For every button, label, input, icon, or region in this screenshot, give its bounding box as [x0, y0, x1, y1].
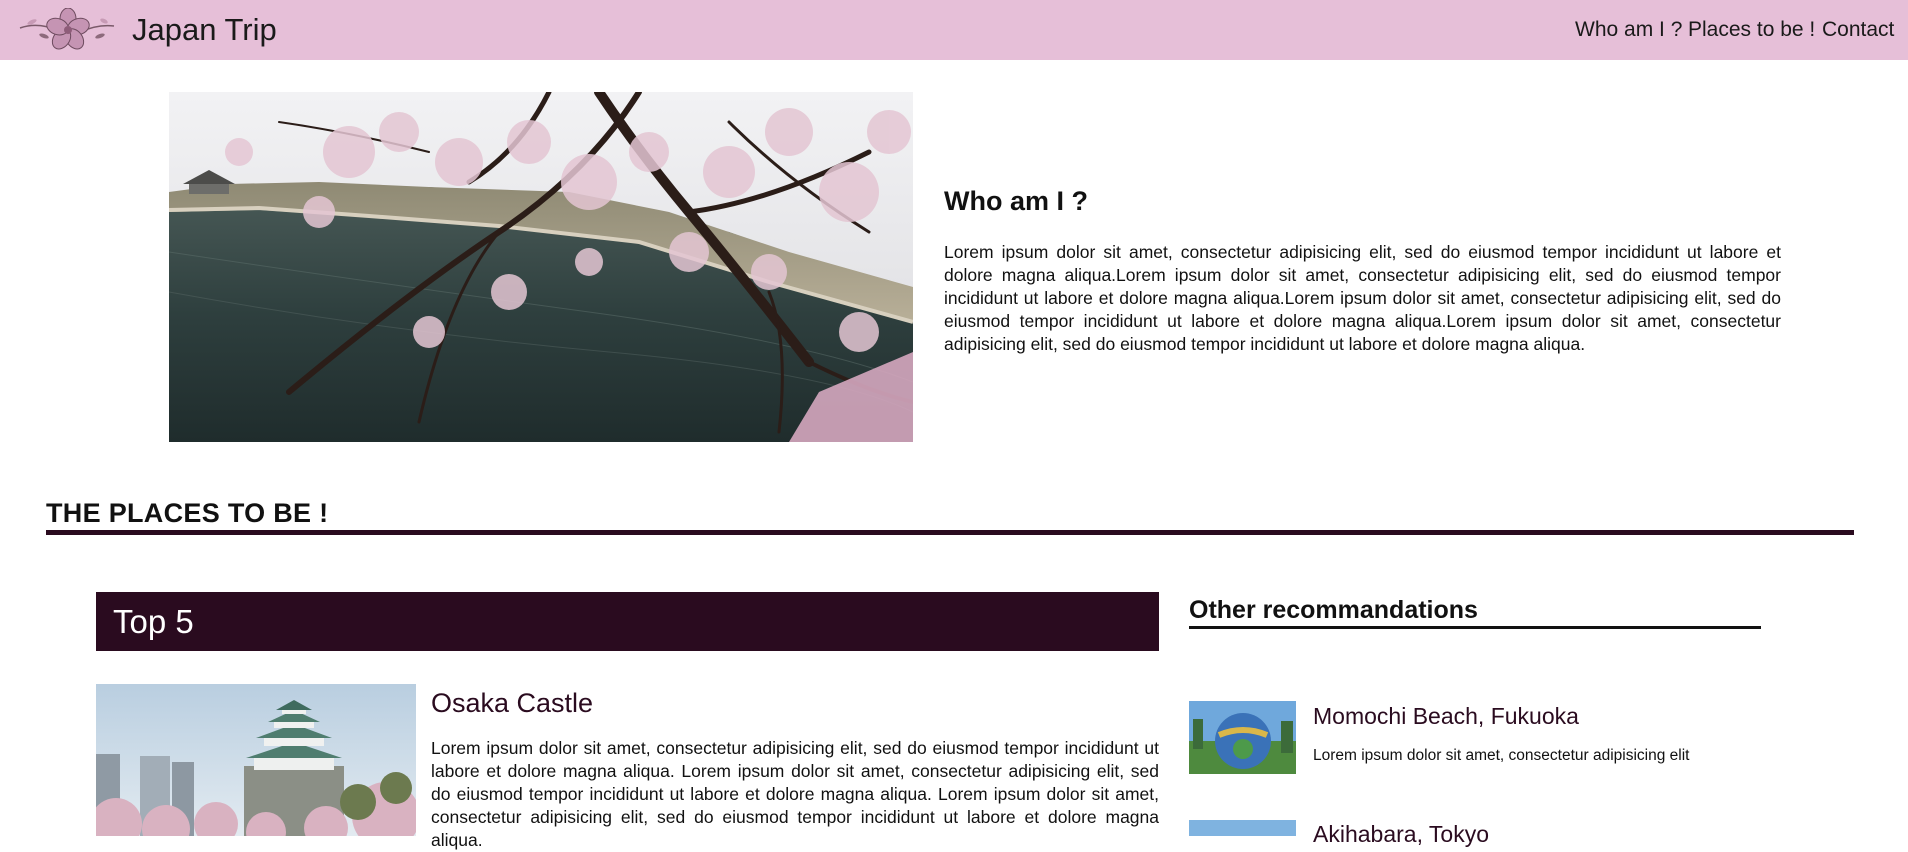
akihabara-title[interactable]: Akihabara, Tokyo — [1313, 820, 1489, 848]
who-am-i-text: Lorem ipsum dolor sit amet, consectetur … — [944, 242, 1781, 354]
cherry-blossom-castle-moat-photo — [169, 92, 913, 442]
momochi-beach-text: Lorem ipsum dolor sit amet, consectetur … — [1313, 747, 1690, 764]
osaka-castle-title[interactable]: Osaka Castle — [431, 686, 593, 720]
page-scroll-gutter — [1892, 60, 1908, 836]
top5-heading: Top 5 — [113, 603, 194, 640]
momochi-beach-title[interactable]: Momochi Beach, Fukuoka — [1313, 702, 1579, 730]
momochi-beach-thumbnail[interactable] — [1189, 701, 1296, 774]
top5-header: Top 5 — [96, 592, 1159, 651]
nav-link-places[interactable]: Places to be ! — [1688, 17, 1815, 43]
who-am-i-heading: Who am I ? — [944, 186, 1088, 216]
other-recommendations-heading: Other recommandations — [1189, 596, 1478, 624]
osaka-castle-text: Lorem ipsum dolor sit amet, consectetur … — [431, 738, 1159, 850]
places-heading: THE PLACES TO BE ! — [46, 498, 329, 528]
navbar: Japan Trip Who am I ? Places to be ! Con… — [0, 0, 1908, 60]
other-recommendations-divider — [1189, 626, 1761, 629]
places-divider — [46, 530, 1854, 535]
osaka-castle-photo[interactable] — [96, 684, 416, 836]
akihabara-thumbnail[interactable] — [1189, 820, 1296, 836]
nav-link-contact[interactable]: Contact — [1822, 17, 1894, 43]
sakura-flower-icon[interactable] — [18, 7, 118, 52]
site-brand[interactable]: Japan Trip — [132, 11, 277, 49]
nav-link-who-am-i[interactable]: Who am I ? — [1575, 17, 1682, 43]
